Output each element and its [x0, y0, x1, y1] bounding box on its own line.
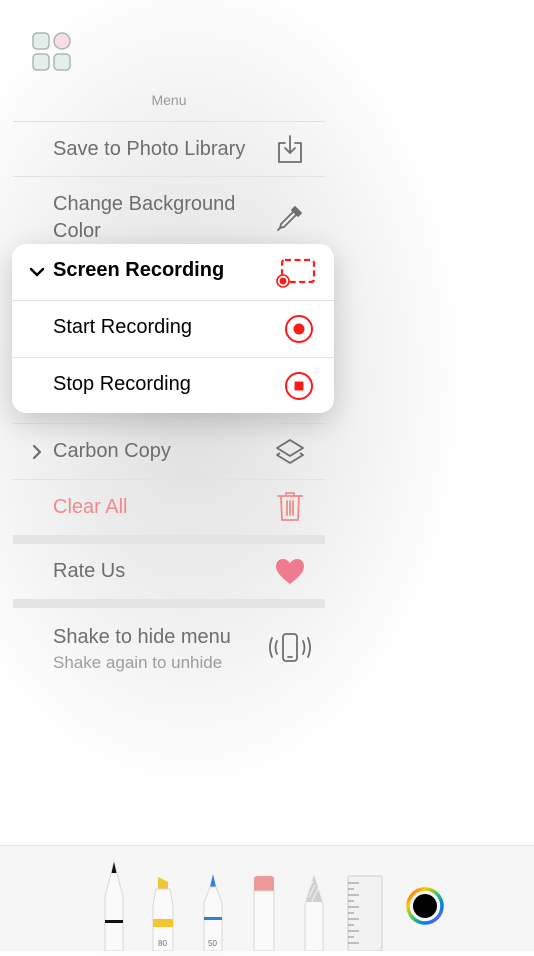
- fineliner-size: 50: [208, 939, 217, 948]
- change-background-color-item[interactable]: Change Background Color: [13, 177, 325, 244]
- chevron-right-icon: [29, 443, 45, 466]
- carbon-copy-label: Carbon Copy: [53, 440, 171, 462]
- menu-title: Menu: [151, 92, 187, 108]
- start-recording-label: Start Recording: [53, 316, 192, 338]
- shake-label: Shake to hide menu: [53, 626, 231, 648]
- section-gap: [13, 535, 325, 544]
- highlighter-tool[interactable]: 80: [150, 875, 176, 952]
- stop-icon: [284, 371, 314, 401]
- highlighter-size: 80: [158, 939, 167, 948]
- screen-recording-label: Screen Recording: [53, 259, 225, 281]
- shake-to-hide-item: Shake to hide menu Shake again to unhide: [13, 608, 325, 688]
- pencil-tool[interactable]: [301, 874, 327, 952]
- shake-sublabel: Shake again to unhide: [53, 653, 223, 672]
- screen-recording-header[interactable]: Screen Recording: [12, 244, 334, 300]
- clear-all-label: Clear All: [53, 496, 128, 518]
- download-tray-icon: [275, 134, 305, 164]
- heart-icon: [275, 557, 305, 587]
- record-icon: [284, 314, 314, 344]
- screen-recording-icon: [276, 258, 316, 288]
- ruler-tool[interactable]: [347, 875, 383, 952]
- pen-tool[interactable]: [101, 860, 127, 952]
- rate-us-label: Rate Us: [53, 560, 126, 582]
- screen-recording-submenu: Screen Recording Start Recording Stop Re…: [12, 244, 334, 413]
- start-recording-item[interactable]: Start Recording: [12, 301, 334, 357]
- phone-vibrate-icon: [268, 633, 312, 663]
- fineliner-tool[interactable]: 50: [200, 873, 226, 952]
- section-gap: [13, 599, 325, 608]
- save-to-photo-library-item[interactable]: Save to Photo Library: [13, 122, 325, 176]
- clear-all-item[interactable]: Clear All: [13, 480, 325, 535]
- rate-us-item[interactable]: Rate Us: [13, 544, 325, 599]
- carbon-copy-item[interactable]: Carbon Copy: [13, 424, 325, 479]
- stop-recording-item[interactable]: Stop Recording: [12, 358, 334, 414]
- eraser-tool[interactable]: [252, 875, 276, 952]
- save-label: Save to Photo Library: [53, 138, 246, 160]
- layers-icon: [275, 437, 305, 467]
- eyedropper-icon: [275, 203, 305, 233]
- color-wheel-icon[interactable]: [406, 887, 444, 925]
- drawing-toolbar: 80 50: [0, 845, 534, 952]
- trash-icon: [275, 491, 305, 521]
- stop-recording-label: Stop Recording: [53, 373, 191, 395]
- apps-grid-icon[interactable]: [32, 32, 72, 72]
- background-color-label: Change Background Color: [53, 193, 236, 242]
- chevron-down-icon: [28, 263, 46, 281]
